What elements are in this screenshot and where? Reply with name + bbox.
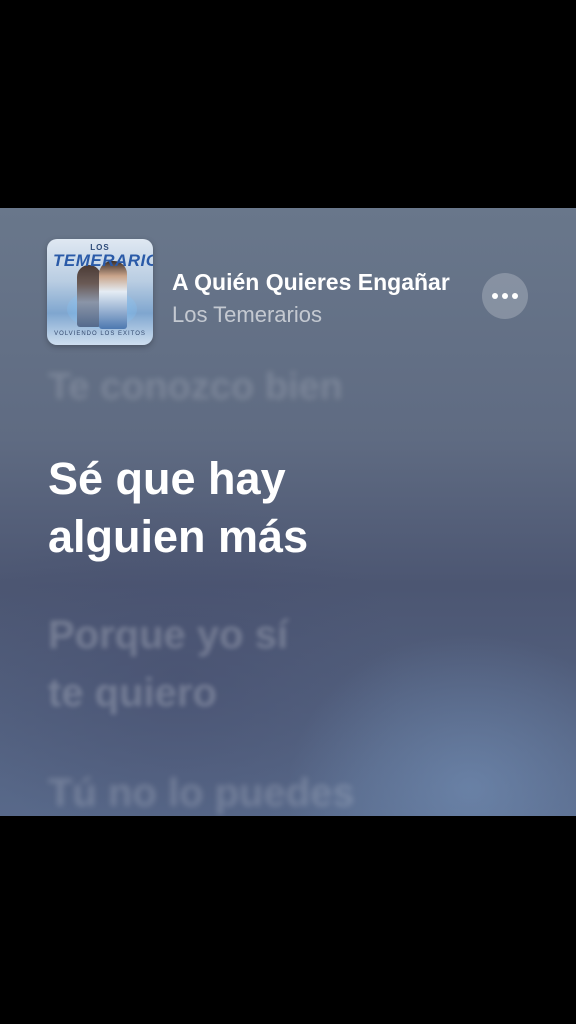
more-options-button[interactable] <box>482 273 528 319</box>
album-art-figure <box>99 261 127 329</box>
song-title[interactable]: A Quién Quieres Engañar <box>172 269 470 299</box>
lyric-line-current[interactable]: Sé que hay alguien más <box>48 450 528 566</box>
lyric-current-line-2: alguien más <box>48 511 309 562</box>
ellipsis-icon <box>492 293 498 299</box>
album-art-bottom-text: VOLVIENDO LOS EXITOS <box>54 331 146 337</box>
lyric-line-upcoming[interactable]: Tú no lo puedes <box>48 764 528 816</box>
song-artist[interactable]: Los Temerarios <box>172 302 470 328</box>
album-art-band-text: TEMERARIOS <box>53 251 153 270</box>
lyrics-screen: Te conozco bien Sé que hay alguien más P… <box>0 208 576 816</box>
lyric-next-line-2: te quiero <box>48 671 217 715</box>
album-art-figure <box>77 265 101 327</box>
letterbox-bottom <box>0 816 576 1024</box>
album-art[interactable]: LOS TEMERARIOS VOLVIENDO LOS EXITOS <box>47 239 153 345</box>
lyric-next-line-1: Porque yo sí <box>48 613 289 657</box>
lyric-current-line-1: Sé que hay <box>48 453 286 504</box>
lyric-line-next[interactable]: Porque yo sí te quiero <box>48 606 528 722</box>
now-playing-header: LOS TEMERARIOS VOLVIENDO LOS EXITOS A Qu… <box>0 208 576 368</box>
letterbox-top <box>0 0 576 208</box>
